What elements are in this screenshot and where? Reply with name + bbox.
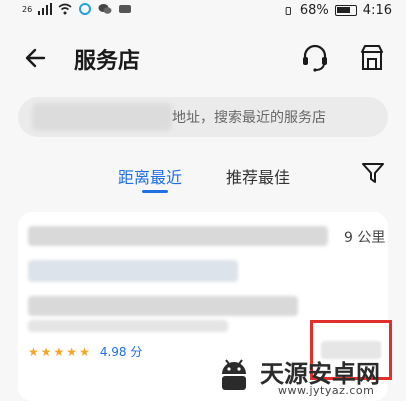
- android-logo-icon: [222, 359, 246, 390]
- store-icon[interactable]: [357, 42, 387, 74]
- rating-row: ★ ★ ★ ★ ★ 4.98 分: [28, 343, 142, 360]
- filter-icon[interactable]: [360, 160, 386, 186]
- blurred-address-line-3: [28, 320, 228, 332]
- sort-tabs: 距离最近 推荐最佳: [0, 158, 406, 198]
- watermark-url: www.jytyaz.com: [278, 384, 375, 397]
- tab-recommend-label: 推荐最佳: [226, 168, 291, 187]
- active-tab-indicator: [142, 190, 168, 193]
- page-title: 服务店: [74, 49, 141, 74]
- app-notification-icon: [79, 3, 92, 15]
- blurred-location: [32, 103, 172, 131]
- message-icon: [119, 5, 132, 13]
- star-icon: ★: [66, 344, 78, 359]
- status-bar: 26 68% 4:16: [0, 0, 406, 24]
- tab-distance[interactable]: 距离最近: [118, 164, 183, 193]
- search-placeholder: 地址，搜索最近的服务店: [172, 110, 326, 126]
- star-icon: ★: [53, 344, 65, 359]
- tab-distance-label: 距离最近: [118, 168, 183, 187]
- search-bar[interactable]: 地址，搜索最近的服务店: [18, 97, 388, 137]
- wifi-icon: [58, 3, 72, 15]
- distance-label: 9 公里: [344, 230, 386, 246]
- tab-recommend[interactable]: 推荐最佳: [226, 164, 290, 188]
- blurred-address-line-2: [28, 296, 298, 316]
- app-header: 服务店: [0, 36, 406, 80]
- rating-score: 4.98 分: [99, 345, 143, 359]
- vibrate-icon: [285, 6, 291, 15]
- headset-icon[interactable]: [300, 42, 330, 74]
- wechat-icon: [98, 4, 112, 14]
- clock-time: 4:16: [362, 3, 392, 18]
- site-watermark: 天源安卓网 www.jytyaz.com: [212, 352, 402, 398]
- battery-icon: [334, 5, 357, 16]
- signal-label: 26: [22, 4, 33, 14]
- star-icon: ★: [40, 344, 52, 359]
- star-icon: ★: [28, 344, 39, 359]
- battery-percent: 68%: [299, 3, 329, 18]
- signal-icon: [38, 3, 53, 15]
- star-icon: ★: [79, 344, 90, 359]
- arrow-left-icon[interactable]: [22, 44, 52, 72]
- blurred-store-name: [28, 226, 328, 246]
- blurred-address-line-1: [28, 260, 238, 282]
